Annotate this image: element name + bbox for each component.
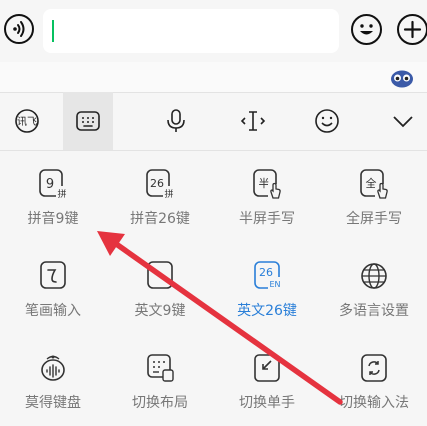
switch-one-hand-icon xyxy=(252,352,282,384)
english-9-label: 英文9键 xyxy=(134,303,186,319)
message-input[interactable] xyxy=(43,9,339,53)
switch-input-method-icon xyxy=(359,352,389,384)
mode-keyboard-label: 莫得键盘 xyxy=(25,395,81,411)
text-caret xyxy=(52,20,54,42)
voice-wave-icon xyxy=(13,21,25,37)
stroke-input-option[interactable]: 笔画输入 xyxy=(0,242,106,334)
candidate-bar xyxy=(0,62,427,92)
emoji-button[interactable] xyxy=(351,14,382,45)
more-functions-button[interactable] xyxy=(397,14,427,45)
keyboard-icon xyxy=(76,111,100,131)
svg-text:讯飞: 讯飞 xyxy=(17,116,37,128)
pinyin-9-icon-sub: 拼 xyxy=(57,188,66,200)
voice-keyboard-button[interactable]: 讯飞 xyxy=(2,92,52,150)
full-screen-handwriting-icon: 全 xyxy=(359,168,389,200)
ime-keyboard: 讯飞 9 拼 拼音9键 26 拼 拼音26键 半 半屏手写 全 全屏手写 笔画输… xyxy=(0,62,427,426)
half-screen-handwriting-label: 半屏手写 xyxy=(239,211,295,227)
multi-language-settings-label: 多语言设置 xyxy=(339,303,409,319)
english-9-key-option[interactable]: 英文9键 xyxy=(107,242,213,334)
input-mode-grid: 9 拼 拼音9键 26 拼 拼音26键 半 半屏手写 全 全屏手写 笔画输入 英… xyxy=(0,150,427,426)
chat-input-bar xyxy=(0,0,427,62)
half-screen-handwriting-icon: 半 xyxy=(252,168,282,200)
english-26-key-option[interactable]: 26 EN 英文26键 xyxy=(214,242,320,334)
voice-input-toolbar-button[interactable] xyxy=(151,92,201,150)
full-screen-handwriting-option[interactable]: 全 全屏手写 xyxy=(321,150,427,242)
pinyin-9-icon: 9 拼 xyxy=(38,168,68,200)
half-screen-icon-text: 半 xyxy=(259,176,270,190)
globe-icon xyxy=(359,260,389,292)
mascot-icon[interactable] xyxy=(390,68,414,88)
voice-input-button[interactable] xyxy=(4,14,34,44)
english-26-icon-sub: EN xyxy=(269,280,280,289)
text-cursor-icon xyxy=(240,111,266,131)
pinyin-26-icon: 26 拼 xyxy=(145,168,175,200)
keyboard-toolbar: 讯飞 xyxy=(0,92,427,150)
stroke-input-label: 笔画输入 xyxy=(25,303,81,319)
voice-keyboard-icon: 讯飞 xyxy=(15,109,39,133)
keyboard-layout-button[interactable] xyxy=(63,92,113,150)
pinyin-9-key-option[interactable]: 9 拼 拼音9键 xyxy=(0,150,106,242)
full-screen-icon-text: 全 xyxy=(366,176,377,190)
half-screen-handwriting-option[interactable]: 半 半屏手写 xyxy=(214,150,320,242)
switch-layout-label: 切换布局 xyxy=(132,395,188,411)
switch-one-hand-option[interactable]: 切换单手 xyxy=(214,334,320,426)
microphone-icon xyxy=(167,109,185,132)
mode-keyboard-option[interactable]: 莫得键盘 xyxy=(0,334,106,426)
switch-input-method-label: 切换输入法 xyxy=(339,395,409,411)
smiley-icon xyxy=(315,109,339,133)
pinyin-26-key-option[interactable]: 26 拼 拼音26键 xyxy=(107,150,213,242)
emoji-toolbar-button[interactable] xyxy=(302,92,352,150)
english-9-icon xyxy=(145,260,175,292)
cursor-edit-button[interactable] xyxy=(228,92,278,150)
switch-one-hand-label: 切换单手 xyxy=(239,395,295,411)
plus-icon xyxy=(403,20,422,39)
multi-language-settings-option[interactable]: 多语言设置 xyxy=(321,242,427,334)
english-26-label: 英文26键 xyxy=(237,303,297,319)
pinyin-26-label: 拼音26键 xyxy=(130,211,190,227)
pinyin-26-icon-text: 26 xyxy=(150,177,164,190)
pinyin-9-icon-text: 9 xyxy=(46,177,54,192)
smiley-face-icon xyxy=(360,24,373,35)
english-26-icon: 26 EN xyxy=(252,260,282,292)
screen: 讯飞 9 拼 拼音9键 26 拼 拼音26键 半 半屏手写 全 全屏手写 笔画输… xyxy=(0,0,427,426)
pinyin-9-label: 拼音9键 xyxy=(27,211,79,227)
switch-input-method-option[interactable]: 切换输入法 xyxy=(321,334,427,426)
chevron-down-icon xyxy=(393,116,413,128)
stroke-input-icon xyxy=(38,260,68,292)
switch-layout-icon xyxy=(145,352,175,384)
pinyin-26-icon-sub: 拼 xyxy=(164,188,173,200)
mode-keyboard-icon xyxy=(38,352,68,384)
switch-layout-option[interactable]: 切换布局 xyxy=(107,334,213,426)
collapse-keyboard-button[interactable] xyxy=(378,92,427,150)
full-screen-handwriting-label: 全屏手写 xyxy=(346,211,402,227)
